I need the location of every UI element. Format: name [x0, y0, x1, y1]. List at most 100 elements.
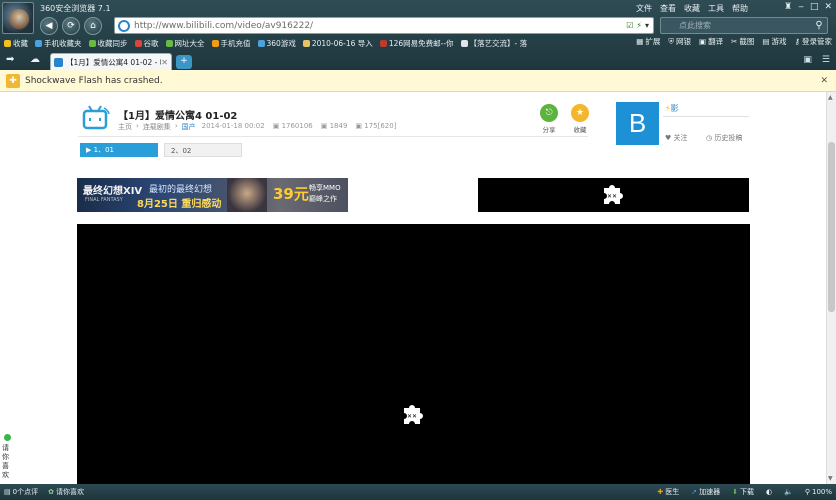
search-icon[interactable]: ⚲: [811, 20, 827, 31]
comment-count: ▣ 1849: [320, 122, 348, 130]
speed-mode-icon[interactable]: ⚡: [636, 21, 642, 30]
crashed-plugin-icon: ✕✕: [404, 405, 423, 424]
video-player-crashed[interactable]: ✕✕: [77, 224, 750, 484]
recommend-link[interactable]: ✿ 请你喜欢: [48, 487, 84, 497]
key-icon: ⚷: [794, 37, 801, 46]
history-posts-link[interactable]: ◷ 历史投稿: [706, 133, 742, 143]
phone-icon: [35, 39, 42, 47]
bookmark-item[interactable]: 网址大全: [165, 38, 205, 49]
uploader-name[interactable]: ⚡影: [665, 103, 679, 114]
zoom-level[interactable]: ⚲ 100%: [805, 487, 832, 497]
browser-logo: [2, 2, 34, 34]
google-icon: [134, 39, 142, 47]
crumb-domestic[interactable]: 国产: [182, 122, 196, 132]
share-button[interactable]: ⎋ 分享: [538, 104, 560, 134]
address-text[interactable]: http://www.bilibili.com/video/av916222/: [134, 21, 626, 31]
tab-active[interactable]: 【1月】爱情公寓4 01-02 - 哔 ✕: [50, 53, 172, 70]
bookmarks-right: ▦ 扩展 ⛨ 网银 ▣ 翻译 ✂ 截图 ▤ 游戏 ⚷ 登录管家: [636, 36, 832, 47]
feedback-widget[interactable]: 请你喜欢: [2, 434, 14, 480]
follow-button[interactable]: ♥ 关注: [665, 133, 688, 143]
address-bar[interactable]: http://www.bilibili.com/video/av916222/ …: [114, 17, 654, 34]
download-button[interactable]: ⬇ 下载: [732, 487, 754, 497]
menu-file[interactable]: 文件: [636, 3, 652, 14]
menu-view[interactable]: 查看: [660, 3, 676, 14]
bookmark-item[interactable]: 收藏: [4, 38, 28, 49]
new-tab-button[interactable]: +: [176, 55, 192, 69]
svg-text:✕✕: ✕✕: [407, 413, 417, 420]
tab-close-icon[interactable]: ✕: [161, 58, 168, 67]
maximize-button[interactable]: □: [810, 2, 819, 12]
skin-icon[interactable]: ♜: [784, 2, 792, 12]
uploader-divider: [663, 116, 749, 117]
rocket-icon: ➚: [691, 488, 698, 496]
upload-date: 2014-01-18 00:02: [201, 122, 265, 130]
login-manager-button[interactable]: ⚷ 登录管家: [795, 36, 833, 47]
dropdown-icon[interactable]: ▾: [645, 21, 649, 30]
grid-icon: ▦: [636, 37, 644, 46]
bookmark-item[interactable]: 收藏同步: [88, 38, 128, 49]
window-controls: ♜ ‒ □ ✕: [784, 2, 832, 12]
gamepad-icon: ▤: [762, 37, 770, 46]
close-window-button[interactable]: ✕: [824, 2, 832, 12]
banner-slogan: 最初的最终幻想: [149, 185, 213, 195]
minimize-button[interactable]: ‒: [798, 2, 804, 12]
refresh-button[interactable]: ⟳: [62, 17, 80, 35]
window-list-icon[interactable]: ▣: [803, 55, 812, 65]
uploader-avatar[interactable]: B: [616, 102, 659, 145]
bookmark-item[interactable]: 2010-06-16 导入: [302, 38, 373, 49]
bookmark-item[interactable]: 126网易免费邮--你: [379, 38, 454, 49]
cloud-icon[interactable]: ☁: [30, 54, 40, 65]
collect-icon: ▣: [355, 122, 365, 130]
doctor-button[interactable]: ✚ 医生: [657, 487, 679, 497]
tab-menu-icon[interactable]: ☰: [822, 55, 830, 65]
search-box[interactable]: 点此搜索 ⚲: [660, 17, 828, 34]
scroll-up-icon[interactable]: ▲: [828, 94, 833, 101]
part-tab-1[interactable]: ▶ 1、01: [80, 143, 158, 157]
favorite-count: ▣ 175[620]: [355, 122, 397, 130]
search-input[interactable]: 点此搜索: [679, 20, 811, 31]
video-title: 【1月】爱情公寓4 01-02: [118, 111, 238, 122]
ad-banner-ff14[interactable]: 最终幻想XIV FINAL FANTASY 最初的最终幻想 8月25日 重归感动…: [77, 178, 348, 212]
bookmark-item[interactable]: 谷歌: [134, 38, 159, 49]
nav-buttons: ◀ ⟳ ⌂: [40, 17, 102, 35]
star-icon: ★: [571, 104, 589, 122]
review-count[interactable]: ▤ 0个点评: [4, 487, 38, 497]
vertical-scrollbar[interactable]: ▲ ▼: [826, 92, 836, 484]
bookmark-item[interactable]: 360游戏: [257, 38, 296, 49]
arrow-right-icon[interactable]: ➡: [6, 54, 14, 65]
shield-icon: ⛨: [668, 36, 675, 46]
screenshot-button[interactable]: ✂ 截图: [731, 36, 754, 47]
back-button[interactable]: ◀: [40, 17, 58, 35]
bookmark-item[interactable]: 手机收藏夹: [35, 38, 82, 49]
menu-tools[interactable]: 工具: [708, 3, 724, 14]
play-count: ▣ 1760106: [272, 122, 313, 130]
crumb-home[interactable]: 主页: [118, 122, 132, 132]
bilibili-tv-icon[interactable]: [82, 104, 110, 130]
volume-icon[interactable]: 🔈: [784, 487, 793, 497]
favorite-button[interactable]: ★ 收藏: [569, 104, 591, 134]
doctor-icon: ✚: [657, 488, 664, 496]
extensions-button[interactable]: ▦ 扩展: [636, 36, 660, 47]
security-check-icon[interactable]: ☑: [626, 21, 633, 30]
bookmark-item[interactable]: 【落艺交流】- 落: [460, 38, 527, 49]
infobar-close-icon[interactable]: ✕: [820, 76, 828, 86]
banner-date: 8月25日 重归感动: [137, 199, 222, 210]
menu-favorites[interactable]: 收藏: [684, 3, 700, 14]
translate-button[interactable]: ▣ 翻译: [699, 36, 723, 47]
star-icon: [4, 39, 11, 47]
scroll-down-icon[interactable]: ▼: [828, 475, 833, 482]
crumb-series[interactable]: 连载剧集: [143, 122, 171, 132]
comment-icon: ▣: [320, 122, 330, 130]
browser-mode-icon[interactable]: ◐: [766, 487, 772, 497]
accelerator-button[interactable]: ➚ 加速器: [691, 487, 720, 497]
banner-tag-2: 巅峰之作: [309, 195, 337, 203]
games-button[interactable]: ▤ 游戏: [762, 36, 786, 47]
part-tab-2[interactable]: 2、02: [164, 143, 242, 157]
home-button[interactable]: ⌂: [84, 17, 102, 35]
netbank-button[interactable]: ⛨ 网银: [668, 36, 691, 47]
plugin-crash-infobar: ✚ Shockwave Flash has crashed. ✕: [0, 70, 836, 92]
menu-help[interactable]: 帮助: [732, 3, 748, 14]
page-icon: [460, 39, 468, 47]
scroll-thumb[interactable]: [828, 142, 835, 312]
bookmark-item[interactable]: 手机充值: [211, 38, 251, 49]
